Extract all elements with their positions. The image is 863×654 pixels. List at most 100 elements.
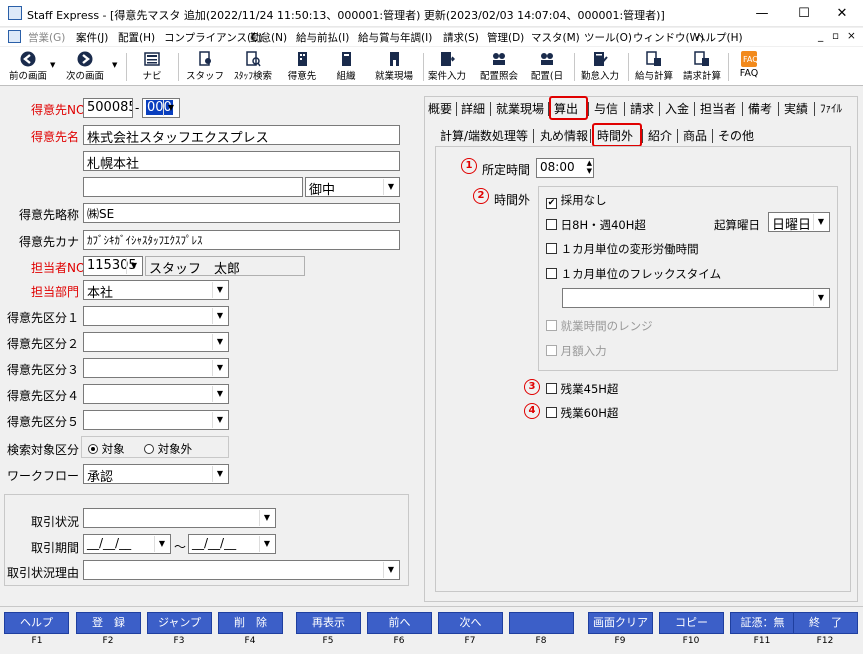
minimize-button[interactable]: — <box>740 0 784 27</box>
f1-help-button[interactable]: ヘルプ <box>4 612 69 634</box>
back-dropdown-icon[interactable]: ▼ <box>50 61 55 69</box>
close-button[interactable]: ✕ <box>820 0 863 27</box>
rep-no-select[interactable]: 115305 ▼ <box>83 256 143 276</box>
subtab-rounding[interactable]: 計算/端数処理等 <box>440 127 528 144</box>
staff-button[interactable]: スタッフ <box>184 49 226 85</box>
next-dropdown-icon[interactable]: ▼ <box>112 61 117 69</box>
honorific-select[interactable]: 御中 ▼ <box>305 177 400 198</box>
flex-select[interactable]: ▼ <box>562 288 830 308</box>
f1-key-label: F1 <box>31 636 43 646</box>
search-target-off[interactable]: 対象外 <box>144 441 192 457</box>
back-button[interactable]: 前の画面 <box>4 49 52 85</box>
assign-ref-button[interactable]: 配置照会 <box>476 49 522 85</box>
tab-rep[interactable]: 担当者 <box>700 100 736 117</box>
short-name-input[interactable]: ㈱SE <box>83 203 400 223</box>
opt-over60[interactable]: 残業60H超 <box>546 405 618 421</box>
cust-cat4-select[interactable]: ▼ <box>83 384 229 404</box>
opt-none[interactable]: ✔ 採用なし <box>546 192 607 209</box>
f12-exit-button[interactable]: 終 了 <box>793 612 858 634</box>
trade-reason-select[interactable]: ▼ <box>83 560 400 580</box>
customer-button[interactable]: 得意先 <box>282 49 322 85</box>
f4-delete-button[interactable]: 削 除 <box>218 612 283 634</box>
assign-day-button[interactable]: 配置(日 <box>526 49 568 85</box>
cust-name3-input[interactable] <box>83 177 303 197</box>
tab-detail[interactable]: 詳細 <box>461 100 485 117</box>
menu-assign[interactable]: 配置(H) <box>118 30 155 45</box>
subtab-product[interactable]: 商品 <box>683 127 707 144</box>
mdi-minimize-button[interactable]: _ <box>818 30 823 42</box>
tab-divider <box>533 129 534 143</box>
menu-billing[interactable]: 請求(S) <box>443 30 479 45</box>
trade-status-select[interactable]: ▼ <box>83 508 276 528</box>
subtab-round-info[interactable]: 丸め情報 <box>540 127 588 144</box>
kana-input[interactable]: ｶﾌﾞｼｷｶﾞｲｼｬｽﾀｯﾌｴｸｽﾌﾟﾚｽ <box>83 230 400 250</box>
subtab-other[interactable]: その他 <box>718 127 754 144</box>
mdi-close-button[interactable]: × <box>847 30 856 42</box>
f3-jump-button[interactable]: ジャンプ <box>147 612 212 634</box>
spin-icon[interactable]: ▲ ▼ <box>587 159 592 175</box>
faq-button[interactable]: FAQ FAQ <box>734 49 764 85</box>
trade-period-from[interactable]: __/__/__ ▼ <box>83 534 171 554</box>
cust-name-input[interactable]: 株式会社スタッフエクスプレス <box>83 125 400 145</box>
f10-copy-button[interactable]: コピー <box>659 612 724 634</box>
cust-name2-input[interactable]: 札幌本社 <box>83 151 400 171</box>
menu-master[interactable]: マスタ(M) <box>531 30 580 45</box>
tab-credit[interactable]: 与信 <box>594 100 618 117</box>
overtime-label: 時間外 <box>494 193 531 207</box>
dept-select[interactable]: 本社 ▼ <box>83 280 229 301</box>
bill-calc-button[interactable]: 請求計算 <box>680 49 724 85</box>
f5-refresh-button[interactable]: 再表示 <box>296 612 361 634</box>
cust-no-sub-select[interactable]: 000 ▼ <box>142 98 180 118</box>
tab-billing[interactable]: 請求 <box>630 100 654 117</box>
cust-cat3-select[interactable]: ▼ <box>83 358 229 378</box>
rep-name-field: スタッフ 太郎 <box>145 256 305 277</box>
attendance-input-button[interactable]: 勤怠入力 <box>576 49 624 85</box>
f2-save-button[interactable]: 登 録 <box>76 612 141 634</box>
menu-case[interactable]: 案件(J) <box>76 30 108 45</box>
subtab-referral[interactable]: 紹介 <box>648 127 672 144</box>
staff-search-button[interactable]: ｽﾀｯﾌ検索 <box>228 49 278 85</box>
pay-calc-button[interactable]: 給与計算 <box>632 49 676 85</box>
org-button[interactable]: 組織 <box>330 49 362 85</box>
menu-compliance[interactable]: コンプライアンス(C) <box>164 30 263 45</box>
menu-attendance[interactable]: 勤怠(N) <box>250 30 287 45</box>
opt-monthly-var[interactable]: １カ月単位の変形労働時間 <box>546 241 699 257</box>
cust-cat2-select[interactable]: ▼ <box>83 332 229 352</box>
trade-period-to[interactable]: __/__/__ ▼ <box>188 534 276 554</box>
next-button[interactable]: 次の画面 <box>60 49 110 85</box>
f11-evidence-button[interactable]: 証憑：無 <box>730 612 795 634</box>
workflow-select[interactable]: 承認 ▼ <box>83 464 229 485</box>
start-day-select[interactable]: 日曜日 ▼ <box>768 212 830 233</box>
menu-payroll[interactable]: 給与賞与年調(I) <box>358 30 432 45</box>
f9-clear-button[interactable]: 画面クリア <box>588 612 653 634</box>
menu-admin[interactable]: 管理(D) <box>487 30 524 45</box>
opt-over45[interactable]: 残業45H超 <box>546 381 618 397</box>
case-input-button[interactable]: 案件入力 <box>425 49 469 85</box>
site-button[interactable]: 就業現場 <box>370 49 418 85</box>
menu-window[interactable]: ウィンドウ(W) <box>633 30 704 45</box>
cust-no-input[interactable]: 500085 <box>83 98 133 118</box>
search-target-on[interactable]: 対象 <box>88 441 125 457</box>
staff-search-label: ｽﾀｯﾌ検索 <box>233 71 272 82</box>
tab-overview[interactable]: 概要 <box>428 100 452 117</box>
tab-notes[interactable]: 備考 <box>748 100 772 117</box>
opt-8h40h[interactable]: 日8H・週40H超 <box>546 217 646 233</box>
menu-help[interactable]: ヘルプ(H) <box>695 30 743 45</box>
f7-next-button[interactable]: 次へ <box>438 612 503 634</box>
tab-file[interactable]: ﾌｧｲﾙ <box>820 100 842 116</box>
tab-results[interactable]: 実績 <box>784 100 808 117</box>
tab-payment[interactable]: 入金 <box>665 100 689 117</box>
menu-sales[interactable]: 営業(G) <box>28 30 65 45</box>
tab-site[interactable]: 就業現場 <box>496 100 544 117</box>
assign-day-label: 配置(日 <box>530 71 564 82</box>
opt-monthly-flex[interactable]: １カ月単位のフレックスタイム <box>546 266 721 282</box>
menu-advance-pay[interactable]: 給与前払(I) <box>296 30 349 45</box>
navi-button[interactable]: ナビ <box>134 49 170 85</box>
mdi-restore-button[interactable]: ▫ <box>832 30 839 42</box>
f8-button[interactable] <box>509 612 574 634</box>
menu-tools[interactable]: ツール(O) <box>584 30 632 45</box>
cust-cat1-select[interactable]: ▼ <box>83 306 229 326</box>
f6-prev-button[interactable]: 前へ <box>367 612 432 634</box>
cust-cat5-select[interactable]: ▼ <box>83 410 229 430</box>
prescribed-time-input[interactable]: 08:00 ▲ ▼ <box>536 158 594 178</box>
